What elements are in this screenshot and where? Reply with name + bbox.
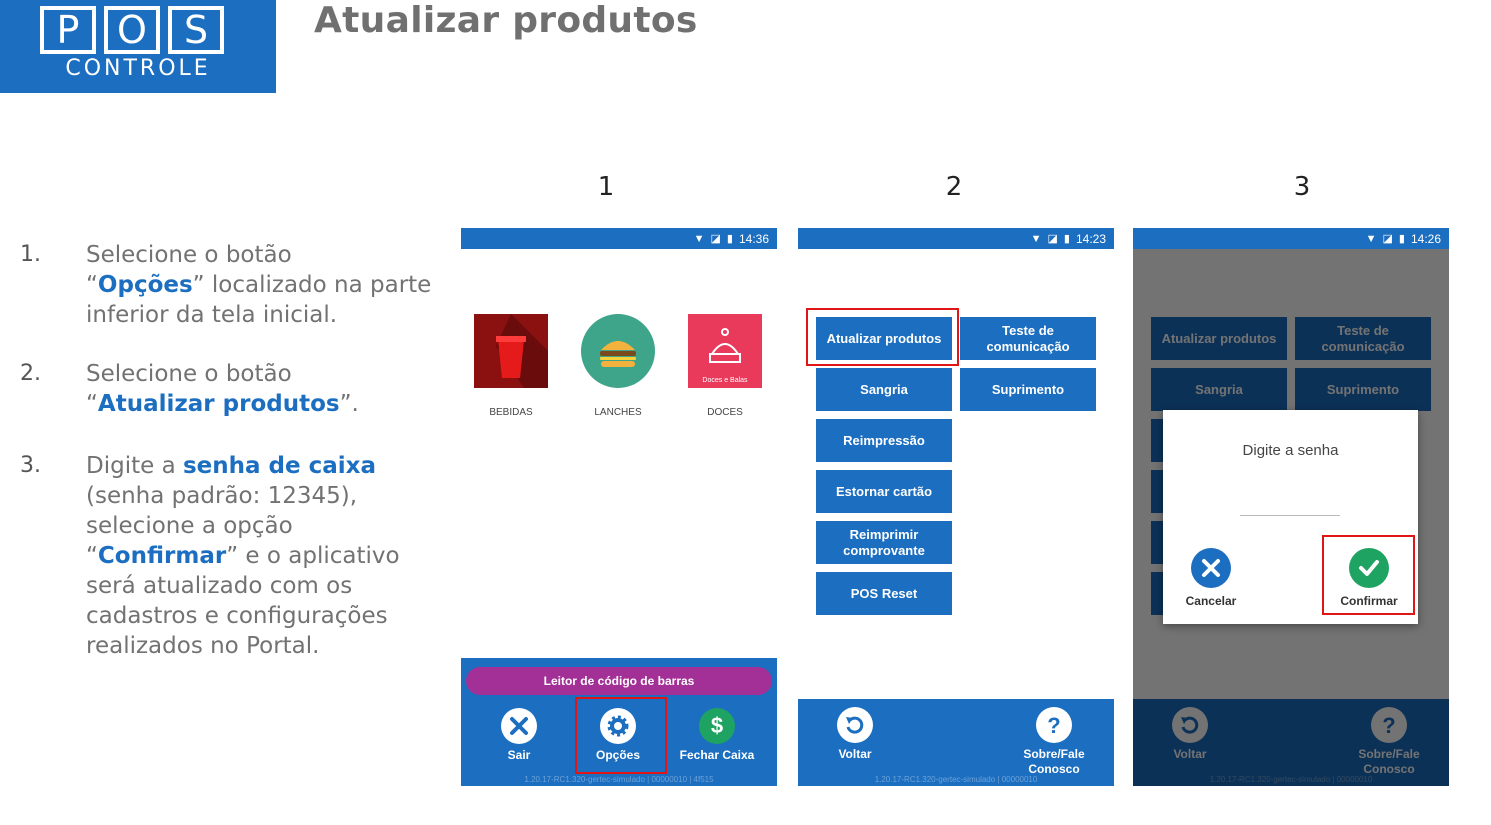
category-doces[interactable]: Doces e Balas DOCES bbox=[688, 314, 762, 418]
battery-icon: ▮ bbox=[1063, 233, 1070, 245]
status-time: 14:26 bbox=[1410, 231, 1441, 246]
step-number: 3. bbox=[20, 453, 41, 478]
step-text: ”. bbox=[339, 391, 359, 417]
reimprimir-comprovante-button[interactable]: Reimprimir comprovante bbox=[816, 521, 952, 564]
wifi-icon: ▼ bbox=[1030, 232, 1042, 245]
cancelar-label: Cancelar bbox=[1185, 594, 1237, 608]
help-icon: ? bbox=[1036, 707, 1072, 743]
close-icon bbox=[1191, 548, 1231, 588]
cake-icon: Doces e Balas bbox=[688, 314, 762, 388]
teste-comunicacao-button[interactable]: Teste de comunicação bbox=[960, 317, 1096, 360]
status-bar: ▼ ◪ ▮ 14:36 bbox=[461, 228, 777, 249]
fechar-caixa-label: Fechar Caixa bbox=[679, 748, 755, 762]
category-label: BEBIDAS bbox=[489, 407, 533, 418]
category-lanches[interactable]: LANCHES bbox=[581, 314, 655, 418]
version-text: 1.20.17-RC1.320-gertec-simulado | 000000… bbox=[524, 775, 714, 784]
status-time: 14:36 bbox=[738, 231, 769, 246]
battery-icon: ▮ bbox=[1398, 233, 1405, 245]
wifi-icon: ▼ bbox=[693, 232, 705, 245]
screen-home: ▼ ◪ ▮ 14:36 BEBIDAS LANCHES Doces e Bala… bbox=[461, 228, 777, 786]
battery-icon: ▮ bbox=[726, 233, 733, 245]
screen-options: ▼ ◪ ▮ 14:23 Atualizar produtos Teste de … bbox=[798, 228, 1114, 786]
column-number: 2 bbox=[945, 172, 963, 202]
estornar-cartao-button[interactable]: Estornar cartão bbox=[816, 470, 952, 513]
sair-button[interactable]: Sair bbox=[474, 708, 564, 762]
pos-controle-logo: P O S CONTROLE bbox=[0, 0, 276, 93]
reimpressao-button[interactable]: Reimpressão bbox=[816, 419, 952, 462]
sobre-label: Sobre/Fale Conosco bbox=[1023, 747, 1085, 776]
step-highlight: Atualizar produtos bbox=[97, 391, 340, 417]
step-text: Selecione o botão bbox=[86, 242, 292, 268]
sobre-fale-conosco-button[interactable]: ? Sobre/Fale Conosco bbox=[1009, 707, 1099, 777]
category-label: LANCHES bbox=[594, 407, 642, 418]
cancelar-button[interactable]: Cancelar bbox=[1171, 548, 1251, 608]
step-quote: “ bbox=[86, 391, 98, 417]
dollar-icon: $ bbox=[699, 708, 735, 744]
screen-password: ▼ ◪ ▮ 14:26 Atualizar produtos Teste de … bbox=[1133, 228, 1449, 786]
sair-label: Sair bbox=[507, 748, 531, 762]
dialog-title: Digite a senha bbox=[1242, 442, 1339, 459]
sangria-button[interactable]: Sangria bbox=[816, 368, 952, 411]
password-input[interactable] bbox=[1240, 514, 1340, 516]
step-text: Selecione o botão bbox=[86, 361, 292, 387]
voltar-label: Voltar bbox=[838, 747, 872, 761]
category-bebidas[interactable]: BEBIDAS bbox=[474, 314, 548, 418]
signal-icon: ◪ bbox=[710, 233, 721, 245]
category-label: DOCES bbox=[707, 407, 743, 418]
status-bar: ▼ ◪ ▮ 14:23 bbox=[798, 228, 1114, 249]
barcode-reader-button[interactable]: Leitor de código de barras bbox=[466, 667, 772, 695]
category-image-text: Doces e Balas bbox=[702, 377, 748, 384]
column-number: 1 bbox=[597, 172, 615, 202]
voltar-button[interactable]: Voltar bbox=[810, 707, 900, 761]
bottom-bar: Voltar ? Sobre/Fale Conosco 1.20.17-RC1.… bbox=[798, 699, 1114, 786]
highlight-box bbox=[1322, 535, 1415, 615]
logo-letter: P bbox=[40, 6, 96, 54]
undo-icon bbox=[837, 707, 873, 743]
step-quote: “ bbox=[86, 543, 98, 569]
fechar-caixa-button[interactable]: $ Fechar Caixa bbox=[672, 708, 762, 762]
highlight-box bbox=[806, 308, 959, 366]
password-dialog: Digite a senha Cancelar Confirmar bbox=[1163, 410, 1418, 624]
logo-subtitle: CONTROLE bbox=[65, 56, 211, 81]
version-text: 1.20.17-RC1.320-gertec-simulado | 000000… bbox=[874, 775, 1038, 784]
burger-icon bbox=[581, 314, 655, 388]
close-icon bbox=[501, 708, 537, 744]
step-text: (senha padrão: 12345), selecione a opção bbox=[86, 483, 358, 539]
step-highlight: senha de caixa bbox=[182, 453, 377, 479]
highlight-box bbox=[575, 697, 667, 774]
step-highlight: Opções bbox=[97, 272, 193, 298]
step-quote: “ bbox=[86, 272, 98, 298]
logo-letter: O bbox=[104, 6, 160, 54]
signal-icon: ◪ bbox=[1047, 233, 1058, 245]
step-number: 1. bbox=[20, 242, 41, 267]
step-text: Digite a bbox=[86, 453, 183, 479]
step-number: 2. bbox=[20, 361, 41, 386]
page-title: Atualizar produtos bbox=[314, 0, 698, 41]
logo-letter: S bbox=[168, 6, 224, 54]
cup-icon bbox=[474, 314, 548, 388]
pos-reset-button[interactable]: POS Reset bbox=[816, 572, 952, 615]
wifi-icon: ▼ bbox=[1365, 232, 1377, 245]
column-number: 3 bbox=[1293, 172, 1311, 202]
status-time: 14:23 bbox=[1075, 231, 1106, 246]
suprimento-button[interactable]: Suprimento bbox=[960, 368, 1096, 411]
signal-icon: ◪ bbox=[1382, 233, 1393, 245]
status-bar: ▼ ◪ ▮ 14:26 bbox=[1133, 228, 1449, 249]
step-highlight: Confirmar bbox=[97, 543, 227, 569]
